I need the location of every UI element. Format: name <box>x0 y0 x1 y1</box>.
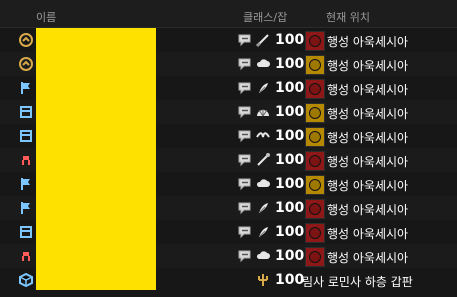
location-text: 림사 로민사 하층 갑판 <box>302 275 413 289</box>
location-text: 행성 아욱세시아 <box>327 83 409 97</box>
speech-bubble-icon[interactable] <box>237 33 252 47</box>
level-text: 100 <box>275 272 305 288</box>
crest-inner <box>309 179 321 191</box>
crest-icon <box>305 79 325 99</box>
level-text: 100 <box>275 176 305 192</box>
crest-icon <box>305 31 325 51</box>
crest-inner <box>309 35 321 47</box>
crest-inner <box>309 83 321 95</box>
location-text: 행성 아욱세시아 <box>327 251 409 265</box>
chair-icon <box>18 248 34 264</box>
feather-icon <box>255 224 271 240</box>
column-header-bar: 이름 클래스/잡 현재 위치 <box>0 0 457 28</box>
location-text: 행성 아욱세시아 <box>327 59 409 73</box>
speech-bubble-icon[interactable] <box>237 105 252 119</box>
cube-icon <box>18 272 34 288</box>
flag-icon <box>18 176 34 192</box>
cloud-icon <box>255 56 271 72</box>
feather-icon <box>255 80 271 96</box>
level-text: 100 <box>275 56 305 72</box>
fan-icon <box>255 104 271 120</box>
level-text: 100 <box>275 80 305 96</box>
crest-icon <box>305 127 325 147</box>
redacted-names-block <box>36 28 156 290</box>
flag-icon <box>18 200 34 216</box>
level-text: 100 <box>275 248 305 264</box>
column-class-header[interactable]: 클래스/잡 <box>243 9 287 25</box>
level-text: 100 <box>275 32 305 48</box>
crest-inner <box>309 251 321 263</box>
level-text: 100 <box>275 128 305 144</box>
sun-icon <box>18 32 34 48</box>
crest-inner <box>309 131 321 143</box>
speech-bubble-icon[interactable] <box>237 153 252 167</box>
speech-bubble-icon[interactable] <box>237 57 252 71</box>
book-icon <box>18 104 34 120</box>
crest-icon <box>305 103 325 123</box>
speech-bubble-icon[interactable] <box>237 225 252 239</box>
location-text: 행성 아욱세시아 <box>327 131 409 145</box>
location-text: 행성 아욱세시아 <box>327 155 409 169</box>
feather-icon <box>255 200 271 216</box>
book-icon <box>18 128 34 144</box>
location-text: 행성 아욱세시아 <box>327 179 409 193</box>
crest-icon <box>305 247 325 267</box>
crest-inner <box>309 227 321 239</box>
level-text: 100 <box>275 104 305 120</box>
staff-icon <box>255 152 271 168</box>
crest-inner <box>309 107 321 119</box>
sword-icon <box>255 32 271 48</box>
crest-inner <box>309 59 321 71</box>
speech-bubble-icon[interactable] <box>237 249 252 263</box>
flag-icon <box>18 80 34 96</box>
level-text: 100 <box>275 152 305 168</box>
level-text: 100 <box>275 224 305 240</box>
column-location-header[interactable]: 현재 위치 <box>326 9 370 25</box>
crest-icon <box>305 223 325 243</box>
book-icon <box>18 224 34 240</box>
crest-icon <box>305 175 325 195</box>
location-text: 행성 아욱세시아 <box>327 107 409 121</box>
location-text: 행성 아욱세시아 <box>327 35 409 49</box>
location-text: 행성 아욱세시아 <box>327 203 409 217</box>
chair-icon <box>18 152 34 168</box>
crest-icon <box>305 55 325 75</box>
level-text: 100 <box>275 200 305 216</box>
sun-icon <box>18 56 34 72</box>
speech-bubble-icon[interactable] <box>237 129 252 143</box>
speech-bubble-icon[interactable] <box>237 81 252 95</box>
speech-bubble-icon[interactable] <box>237 177 252 191</box>
crest-inner <box>309 155 321 167</box>
cloud-icon <box>255 176 271 192</box>
cloud-icon <box>255 248 271 264</box>
crest-inner <box>309 203 321 215</box>
friend-list-panel: 이름 클래스/잡 현재 위치 100 행성 아욱세시아 100 행성 아욱세시아 100… <box>0 0 457 297</box>
crest-icon <box>305 199 325 219</box>
location-text: 행성 아욱세시아 <box>327 227 409 241</box>
speech-bubble-icon[interactable] <box>237 201 252 215</box>
wings-icon <box>255 128 271 144</box>
column-name-header[interactable]: 이름 <box>36 9 56 25</box>
trident-icon <box>255 272 271 288</box>
crest-icon <box>305 151 325 171</box>
